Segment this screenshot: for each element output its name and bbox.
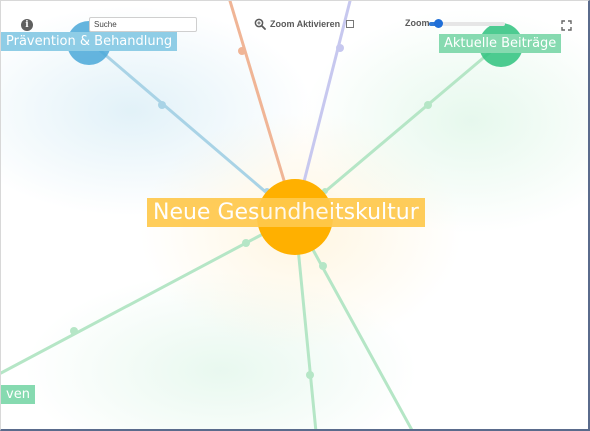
edge-dot <box>242 239 250 247</box>
zoom-activate-control[interactable]: Zoom Aktivieren <box>254 17 355 31</box>
label-center[interactable]: Neue Gesundheitskultur <box>147 198 425 227</box>
label-praevention[interactable]: Prävention & Behandlung <box>1 32 178 51</box>
zoom-label: Zoom <box>405 18 430 28</box>
edge-dot <box>336 44 344 52</box>
edge-dot <box>238 47 246 55</box>
edge-dot <box>424 101 432 109</box>
label-aktuelle[interactable]: Aktuelle Beiträge <box>439 34 562 53</box>
edge-dot <box>70 327 78 335</box>
edge-dot <box>319 262 327 270</box>
zoom-activate-label: Zoom Aktivieren <box>270 19 341 29</box>
search-input[interactable] <box>89 17 197 32</box>
zoom-slider-thumb[interactable] <box>434 19 443 28</box>
label-lower-left[interactable]: ven <box>1 385 35 404</box>
edge-dot <box>158 101 166 109</box>
mindmap-window: Prävention & Behandlung Aktuelle Beiträg… <box>0 0 590 431</box>
edge-lower-left <box>1 215 297 375</box>
zoom-slider[interactable] <box>429 19 505 28</box>
zoom-activate-checkbox[interactable] <box>346 20 355 28</box>
zoom-magnifier-icon <box>254 18 266 30</box>
edge-dot <box>306 371 314 379</box>
fullscreen-icon[interactable] <box>561 18 572 31</box>
info-icon[interactable]: i <box>21 19 33 31</box>
